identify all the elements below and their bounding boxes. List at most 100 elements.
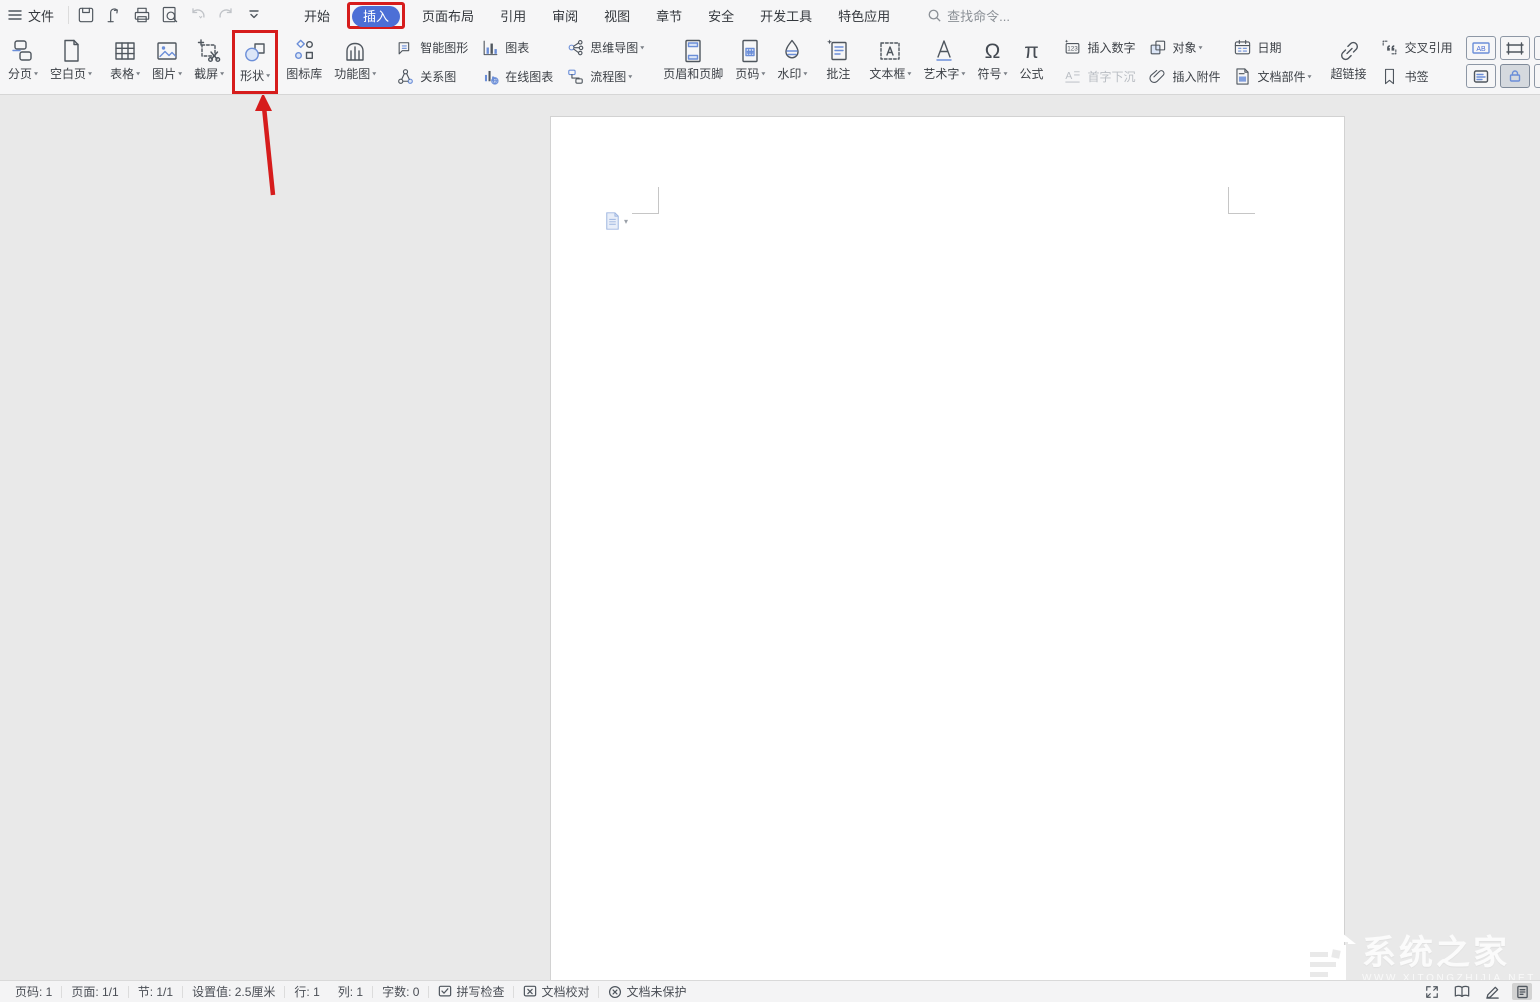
undo-button[interactable] [185,3,211,27]
command-search[interactable]: 查找命令... [927,6,1010,25]
table-button[interactable]: 表格 [104,30,146,94]
tab-section[interactable]: 章节 [645,3,693,28]
document-workspace[interactable]: ▾ 系统之家 WWW.XITONGZHIJIA.NET [0,95,1540,980]
tab-references[interactable]: 引用 [489,3,537,28]
date-button[interactable]: 日期 [1228,34,1317,61]
tab-special-features[interactable]: 特色应用 [827,3,901,28]
menu-bar: 文件 开始 [0,0,1540,30]
annotation-arrow [240,95,304,201]
tab-review[interactable]: 审阅 [541,3,589,28]
page-number-icon [737,35,763,67]
page-number-button[interactable]: 页码 [729,30,771,94]
date-label: 日期 [1258,39,1282,56]
cross-reference-button[interactable]: 交叉引用 [1375,34,1458,61]
picture-label: 图片 [152,67,182,81]
icon-library-icon [291,35,317,67]
shapes-button[interactable]: 形状 [235,33,275,91]
comment-button[interactable]: 批注 [819,30,857,94]
document-proofread-button[interactable]: 文档校对 [514,983,598,1000]
fullscreen-button[interactable] [1422,983,1442,1000]
customize-quick-access-button[interactable] [241,3,267,27]
header-footer-button[interactable]: 页眉和页脚 [657,30,729,94]
online-chart-button[interactable]: 在线图表 [475,63,558,90]
annotation-box-shapes: 形状 [232,30,278,94]
document-protection-label: 文档未保护 [626,983,686,1000]
frame-control-button[interactable] [1500,36,1530,60]
symbol-button[interactable]: Ω 符号 [971,30,1013,94]
margin-mark-top-left [632,187,659,214]
blank-page-icon [58,35,84,67]
tab-home[interactable]: 开始 [293,3,341,28]
formula-button[interactable]: π 公式 [1013,30,1049,94]
tab-insert[interactable]: 插入 [352,6,400,27]
tab-developer-tools[interactable]: 开发工具 [749,3,823,28]
bookmark-label: 书签 [1405,68,1429,85]
icon-library-button[interactable]: 图标库 [280,30,328,94]
function-diagram-button[interactable]: 功能图 [328,30,382,94]
mind-map-button[interactable]: 思维导图 [560,34,649,61]
page-view-button[interactable] [1512,983,1532,1000]
status-section: 节: 1/1 [129,983,182,1000]
print-preview-button[interactable] [157,3,183,27]
paste-options-button[interactable]: ▾ [604,212,628,230]
tab-page-layout[interactable]: 页面布局 [411,3,485,28]
text-box-button[interactable]: 文本框 [863,30,917,94]
watermark-icon [779,35,805,67]
drop-cap-button[interactable]: A 首字下沉 [1057,63,1140,90]
export-button[interactable] [101,3,127,27]
undo-icon [187,5,209,25]
insert-number-button[interactable]: 123 插入数字 [1057,34,1140,61]
drop-cap-icon: A [1062,67,1082,87]
svg-text:A: A [1065,71,1072,82]
status-column: 列: 1 [329,983,372,1000]
document-protection-button[interactable]: 文档未保护 [599,983,695,1000]
cross-reference-label: 交叉引用 [1405,39,1453,56]
frame-icon [1506,42,1524,55]
read-mode-button[interactable] [1452,983,1472,1000]
smart-art-button[interactable]: 智能图形 [390,34,473,61]
file-menu-button[interactable]: 文件 [0,6,64,25]
content-control-text-button[interactable] [1466,64,1496,88]
object-button[interactable]: 对象 [1143,34,1226,61]
relation-diagram-button[interactable]: 关系图 [390,63,473,90]
save-button[interactable] [73,3,99,27]
insert-attachment-button[interactable]: 插入附件 [1143,63,1226,90]
function-diagram-icon [342,35,368,67]
formula-label: 公式 [1019,67,1043,81]
save-icon [76,5,96,25]
status-setting: 设置值: 2.5厘米 [183,983,284,1000]
document-info-button[interactable] [1534,64,1540,88]
tab-security[interactable]: 安全 [697,3,745,28]
write-mode-button[interactable] [1482,983,1502,1000]
bookmark-button[interactable]: 书签 [1375,63,1458,90]
diagram-group: 智能图形 关系图 图表 在线图表 [388,30,651,94]
document-part-button[interactable]: 文档部件 [1228,63,1317,90]
tab-view[interactable]: 视图 [593,3,641,28]
form-controls-group: AB [1466,30,1540,94]
bookmark-icon [1380,67,1400,87]
picture-button[interactable]: 图片 [146,30,188,94]
relation-diagram-label: 关系图 [420,68,456,85]
chart-button[interactable]: 图表 [475,34,558,61]
symbol-label: 符号 [977,67,1007,81]
print-icon [132,5,152,25]
blank-page-button[interactable]: 空白页 [44,30,98,94]
mind-map-icon [565,38,585,58]
date-icon [1233,38,1253,58]
hyperlink-button[interactable]: 超链接 [1325,30,1373,94]
status-word-count[interactable]: 字数: 0 [373,983,428,1000]
screenshot-button[interactable]: 截屏 [188,30,230,94]
document-page[interactable] [550,116,1345,980]
redo-button[interactable] [213,3,239,27]
text-field-control-button[interactable]: AB [1466,36,1496,60]
watermark-button[interactable]: 水印 [771,30,813,94]
spell-check-button[interactable]: 拼写检查 [429,983,513,1000]
reference-group: 交叉引用 书签 [1373,30,1460,94]
comment-label: 批注 [826,67,850,81]
page-break-button[interactable]: 分页 [2,30,44,94]
word-art-button[interactable]: 艺术字 [917,30,971,94]
print-button[interactable] [129,3,155,27]
protect-form-button[interactable] [1500,64,1530,88]
flowchart-button[interactable]: 流程图 [560,63,649,90]
checkbox-control-button[interactable] [1534,36,1540,60]
